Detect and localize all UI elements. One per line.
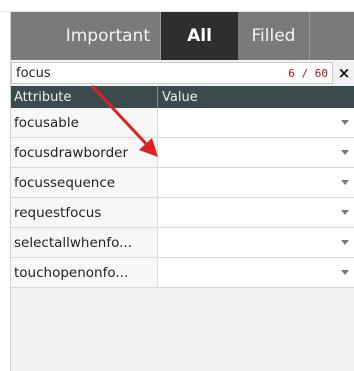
value-cell[interactable] [158, 138, 354, 167]
filter-tabs: Important All Filled [11, 12, 354, 60]
value-column-header[interactable]: Value [158, 86, 354, 108]
tab-important[interactable]: Important [11, 12, 161, 60]
match-count: 6 / 60 [288, 66, 328, 80]
table-row[interactable]: focussequence [11, 168, 354, 198]
attribute-name: touchopenonfo... [11, 258, 158, 287]
attribute-table: Attribute Value focusable focusdrawborder… [11, 86, 354, 288]
attribute-name: selectallwhenfo... [11, 228, 158, 257]
chevron-down-icon[interactable] [341, 210, 349, 215]
tab-all[interactable]: All [161, 12, 238, 60]
value-cell[interactable] [158, 168, 354, 197]
attribute-name: focussequence [11, 168, 158, 197]
table-row[interactable]: focusable [11, 108, 354, 138]
tab-bar-filler [310, 12, 354, 60]
search-value: focus [16, 65, 51, 81]
table-row[interactable]: focusdrawborder [11, 138, 354, 168]
top-separator [0, 0, 354, 12]
clear-icon[interactable]: × [333, 62, 354, 84]
value-cell[interactable] [158, 108, 354, 137]
property-panel: Important All Filled focus 6 / 60 × Attr… [10, 12, 354, 371]
attribute-name: requestfocus [11, 198, 158, 227]
chevron-down-icon[interactable] [341, 240, 349, 245]
search-input[interactable]: focus 6 / 60 [11, 62, 333, 84]
table-body: focusable focusdrawborder focussequence req… [11, 108, 354, 288]
table-row[interactable]: selectallwhenfo... [11, 228, 354, 258]
table-row[interactable]: requestfocus [11, 198, 354, 228]
value-cell[interactable] [158, 198, 354, 227]
tab-filled[interactable]: Filled [238, 12, 310, 60]
chevron-down-icon[interactable] [341, 270, 349, 275]
attribute-column-header[interactable]: Attribute [11, 86, 158, 108]
search-row: focus 6 / 60 × [11, 62, 354, 84]
table-header: Attribute Value [11, 86, 354, 108]
table-row[interactable]: touchopenonfo... [11, 258, 354, 288]
chevron-down-icon[interactable] [341, 120, 349, 125]
attribute-name: focusable [11, 108, 158, 137]
chevron-down-icon[interactable] [341, 180, 349, 185]
attribute-name: focusdrawborder [11, 138, 158, 167]
value-cell[interactable] [158, 228, 354, 257]
chevron-down-icon[interactable] [341, 150, 349, 155]
value-cell[interactable] [158, 258, 354, 287]
